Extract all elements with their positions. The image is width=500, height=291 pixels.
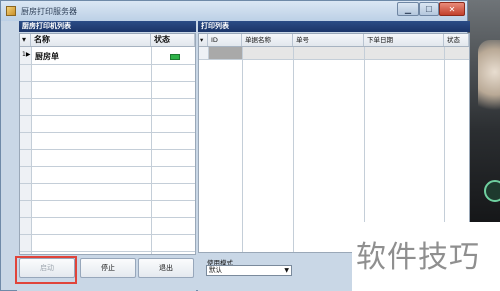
printer-name-cell[interactable]: 厨房单	[35, 51, 59, 62]
title-bar[interactable]: 厨房打印服务器 ▁ ☐ ✕	[1, 1, 467, 21]
printers-panel-title: 厨房打印机列表	[19, 21, 196, 32]
window-title: 厨房打印服务器	[21, 7, 77, 16]
start-button-highlight	[15, 256, 77, 284]
column-header-id[interactable]: ID	[208, 34, 242, 46]
grid-column-divider	[31, 47, 32, 254]
row-cells[interactable]	[242, 47, 469, 59]
printer-status-indicator	[170, 54, 180, 60]
exit-button[interactable]: 退出	[138, 258, 194, 278]
column-header-status[interactable]: 状态	[151, 34, 195, 46]
current-row-indicator-icon: 1▶	[22, 51, 31, 58]
column-header-document-name[interactable]: 单据名称	[242, 34, 293, 46]
printers-grid-header: ▾ 名称 状态	[20, 34, 195, 47]
mode-select-value: 默认	[209, 266, 222, 274]
watermark-text: 软件技巧	[356, 240, 480, 275]
chevron-down-icon[interactable]: ▼	[284, 266, 289, 275]
desktop-wallpaper-figure	[478, 40, 500, 120]
column-header-name[interactable]: 名称	[31, 34, 151, 46]
maximize-button[interactable]: ☐	[419, 2, 439, 16]
printers-grid[interactable]: ▾ 名称 状态 1▶ 厨房单	[19, 33, 196, 255]
grid-column-divider	[151, 47, 152, 254]
column-header-status[interactable]: 状态	[444, 34, 469, 46]
selected-id-cell[interactable]	[208, 47, 242, 59]
stop-button[interactable]: 停止	[80, 258, 136, 278]
print-list-grid[interactable]: ▾ ID 单据名称 单号 下单日期 状态	[198, 33, 470, 253]
desktop-gadget-icon	[484, 180, 500, 202]
close-button[interactable]: ✕	[439, 2, 465, 16]
mode-select[interactable]: 默认 ▼	[206, 265, 292, 276]
minimize-button[interactable]: ▁	[397, 2, 419, 16]
print-list-grid-header: ▾ ID 单据名称 单号 下单日期 状态	[199, 34, 469, 47]
print-list-panel-title: 打印列表	[198, 21, 470, 32]
app-icon	[6, 6, 16, 16]
column-header-order-date[interactable]: 下单日期	[364, 34, 444, 46]
column-header-order-number[interactable]: 单号	[293, 34, 364, 46]
row-indicator-header: ▾	[20, 34, 31, 46]
row-indicator-column	[20, 47, 31, 254]
row-indicator-header: ▾	[199, 34, 208, 46]
